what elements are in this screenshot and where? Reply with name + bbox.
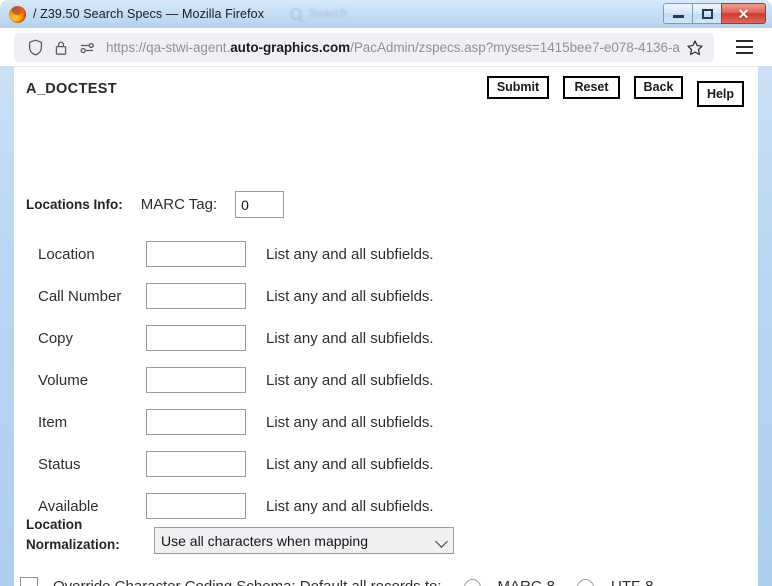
minimize-icon bbox=[672, 15, 684, 18]
url-text[interactable]: https://qa-stwi-agent.auto-graphics.com/… bbox=[106, 40, 682, 55]
submit-button[interactable]: Submit bbox=[487, 76, 549, 99]
field-hint-status: List any and all subfields. bbox=[266, 455, 434, 473]
field-label-location: Location bbox=[38, 245, 95, 263]
location-normalization-label-line2: Normalization: bbox=[26, 537, 120, 552]
field-hint-copy: List any and all subfields. bbox=[266, 329, 434, 347]
field-label-call-number: Call Number bbox=[38, 287, 122, 305]
field-input-item[interactable] bbox=[146, 409, 246, 435]
field-label-available: Available bbox=[38, 497, 99, 515]
field-hint-volume: List any and all subfields. bbox=[266, 371, 434, 389]
field-hint-location: List any and all subfields. bbox=[266, 245, 434, 263]
field-input-status[interactable] bbox=[146, 451, 246, 477]
marc-tag-input[interactable] bbox=[235, 191, 285, 218]
menu-line-1 bbox=[735, 40, 753, 43]
field-row-copy: Copy List any and all subfields. bbox=[14, 317, 434, 359]
field-hint-call-number: List any and all subfields. bbox=[266, 287, 434, 305]
field-row-location: Location List any and all subfields. bbox=[14, 233, 434, 275]
lock-icon[interactable] bbox=[48, 36, 74, 60]
field-row-volume: Volume List any and all subfields. bbox=[14, 359, 434, 401]
field-input-location[interactable] bbox=[146, 241, 246, 267]
location-normalization-label-line1: Location bbox=[26, 517, 83, 532]
ghost-tab-label: Search bbox=[309, 8, 348, 20]
locations-info-row: Locations Info: MARC Tag: bbox=[14, 191, 285, 218]
address-bar[interactable]: https://qa-stwi-agent.auto-graphics.com/… bbox=[14, 33, 714, 62]
field-label-item: Item bbox=[38, 413, 68, 431]
url-domain: auto-graphics.com bbox=[230, 40, 351, 55]
locations-info-label: Locations Info: bbox=[26, 197, 123, 212]
field-label-copy: Copy bbox=[38, 329, 74, 347]
location-normalization-select[interactable]: Use all characters when mapping bbox=[154, 527, 454, 554]
menu-line-2 bbox=[735, 46, 753, 48]
back-button[interactable]: Back bbox=[634, 76, 683, 99]
url-prefix: https://qa-stwi-agent. bbox=[106, 40, 231, 55]
field-input-copy[interactable] bbox=[146, 325, 246, 351]
field-input-volume[interactable] bbox=[146, 367, 246, 393]
maximize-icon bbox=[701, 8, 713, 19]
override-coding-schema-checkbox[interactable] bbox=[20, 577, 38, 586]
firefox-logo-icon bbox=[9, 5, 26, 23]
close-button[interactable]: ✕ bbox=[721, 3, 766, 24]
field-label-status: Status bbox=[38, 455, 81, 473]
reset-button[interactable]: Reset bbox=[563, 76, 620, 99]
page-viewport: A_DOCTEST Submit Reset Back Help Locatio… bbox=[14, 66, 758, 586]
minimize-button[interactable] bbox=[663, 3, 692, 24]
page-header: A_DOCTEST Submit Reset Back Help bbox=[14, 67, 758, 119]
marc-tag-label: MARC Tag: bbox=[140, 196, 218, 213]
radio-marc-8[interactable] bbox=[463, 579, 481, 586]
search-icon bbox=[290, 8, 303, 20]
override-coding-schema-label: Override Character Coding Schema: Defaul… bbox=[53, 577, 442, 586]
window-title: / Z39.50 Search Specs — Mozilla Firefox bbox=[33, 7, 265, 21]
override-coding-schema-row: Override Character Coding Schema: Defaul… bbox=[14, 569, 758, 586]
page-title: A_DOCTEST bbox=[26, 81, 117, 97]
field-input-call-number[interactable] bbox=[146, 283, 246, 309]
star-icon[interactable] bbox=[682, 36, 708, 60]
radio-label-marc-8: MARC-8 bbox=[497, 577, 556, 586]
location-normalization-label: Location Normalization: bbox=[26, 515, 146, 555]
hamburger-menu-icon[interactable] bbox=[732, 36, 756, 58]
field-label-volume: Volume bbox=[38, 371, 89, 389]
close-icon: ✕ bbox=[737, 5, 750, 22]
field-hint-available: List any and all subfields. bbox=[266, 497, 434, 515]
radio-utf-8[interactable] bbox=[577, 579, 595, 586]
radio-label-utf-8: UTF-8 bbox=[611, 577, 654, 586]
field-row-status: Status List any and all subfields. bbox=[14, 443, 434, 485]
ghost-tab-preview: Search bbox=[290, 8, 347, 20]
menu-line-3 bbox=[735, 51, 753, 54]
field-row-item: Item List any and all subfields. bbox=[14, 401, 434, 443]
window-titlebar: / Z39.50 Search Specs — Mozilla Firefox … bbox=[0, 0, 772, 28]
help-button[interactable]: Help bbox=[697, 81, 744, 107]
field-hint-item: List any and all subfields. bbox=[266, 413, 434, 431]
window-controls: ✕ bbox=[663, 3, 766, 24]
url-suffix: /PacAdmin/zspecs.asp?myses=1415bee7-e078… bbox=[350, 40, 680, 55]
maximize-button[interactable] bbox=[692, 3, 721, 24]
shield-icon[interactable] bbox=[22, 36, 48, 60]
field-row-call-number: Call Number List any and all subfields. bbox=[14, 275, 434, 317]
location-normalization-row: Location Normalization: Use all characte… bbox=[14, 513, 758, 561]
browser-window: / Z39.50 Search Specs — Mozilla Firefox … bbox=[0, 0, 772, 586]
permissions-icon[interactable] bbox=[74, 36, 100, 60]
